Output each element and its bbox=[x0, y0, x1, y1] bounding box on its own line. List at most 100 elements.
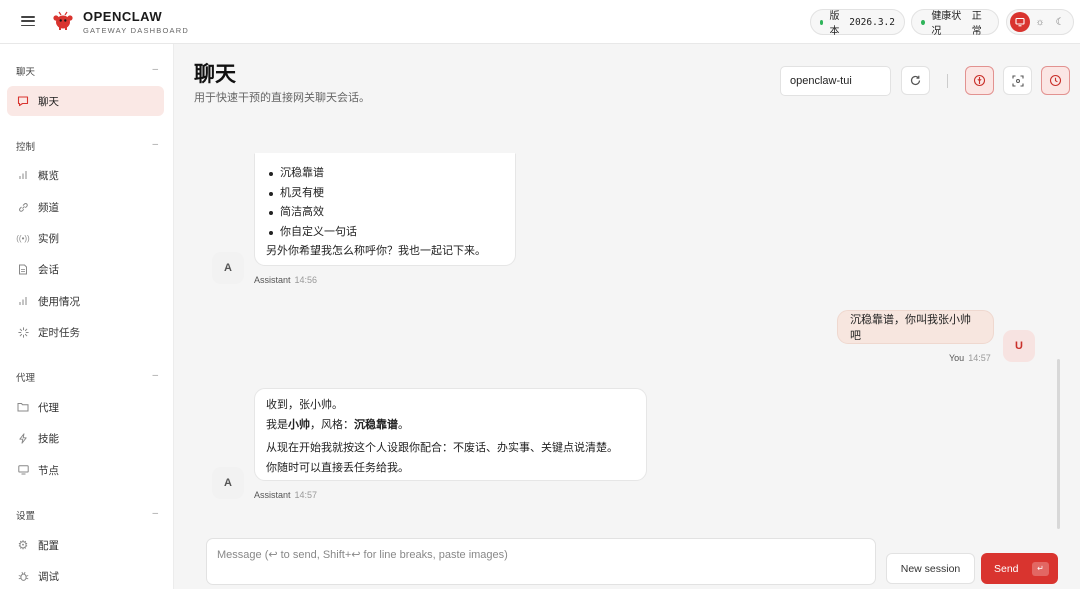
folder-icon bbox=[17, 401, 29, 413]
sidebar-item-sessions[interactable]: 会话 bbox=[7, 254, 164, 284]
version-value: 2026.3.2 bbox=[849, 16, 895, 28]
clock-icon bbox=[1049, 74, 1062, 87]
text-span: ，风格： bbox=[310, 418, 354, 431]
sidebar-item-config[interactable]: ⚙ 配置 bbox=[7, 530, 164, 560]
send-button[interactable]: Send ↵ bbox=[981, 553, 1058, 584]
collapse-icon[interactable]: – bbox=[152, 139, 158, 153]
document-icon bbox=[17, 263, 29, 275]
sidebar-item-usage[interactable]: 使用情况 bbox=[7, 286, 164, 316]
message-role: You bbox=[949, 353, 965, 363]
sidebar-item-label: 定时任务 bbox=[38, 326, 80, 339]
refresh-button[interactable] bbox=[901, 66, 930, 95]
message-role: Assistant bbox=[254, 490, 291, 500]
bug-icon bbox=[17, 570, 29, 582]
send-label: Send bbox=[994, 562, 1019, 575]
sidebar-item-agents[interactable]: 代理 bbox=[7, 392, 164, 422]
message-time: 14:57 bbox=[968, 353, 991, 363]
sidebar-item-label: 会话 bbox=[38, 263, 59, 276]
version-label: 版本 bbox=[829, 11, 840, 37]
sidebar-section-control[interactable]: 控制 – bbox=[16, 139, 158, 153]
lobster-logo-icon bbox=[53, 11, 73, 30]
health-value: 正常 bbox=[971, 11, 982, 37]
chat-scrollbar[interactable] bbox=[1057, 359, 1060, 529]
bar-chart-icon bbox=[17, 169, 29, 181]
sidebar-item-skills[interactable]: 技能 bbox=[7, 423, 164, 453]
collapse-icon[interactable]: – bbox=[152, 370, 158, 384]
section-title: 聊天 bbox=[16, 67, 36, 78]
radio-icon: ((•)) bbox=[16, 233, 30, 243]
session-select[interactable]: openclaw-tui bbox=[780, 66, 891, 96]
list-item: 你自定义一句话 bbox=[266, 223, 504, 243]
message-time: 14:57 bbox=[294, 490, 318, 500]
assistant-message: 沉稳靠谱 机灵有梗 简洁高效 你自定义一句话 另外你希望我怎么称呼你？我也一起记… bbox=[254, 153, 516, 266]
bold-name: 小帅 bbox=[288, 418, 310, 431]
sidebar-item-chat[interactable]: 聊天 bbox=[7, 86, 164, 116]
status-dot bbox=[820, 19, 824, 25]
message-text: 沉稳靠谱，你叫我张小帅吧 bbox=[850, 314, 971, 342]
section-title: 设置 bbox=[16, 511, 36, 522]
sidebar-item-label: 使用情况 bbox=[38, 295, 80, 308]
text-span: 我是 bbox=[266, 418, 288, 431]
assistant-avatar: A bbox=[212, 252, 244, 284]
focus-mode-button[interactable] bbox=[1003, 66, 1032, 95]
message-text: 另外你希望我怎么称呼你？我也一起记下来。 bbox=[266, 245, 486, 257]
sidebar-item-label: 节点 bbox=[38, 464, 59, 477]
sidebar-item-label: 配置 bbox=[38, 539, 59, 552]
message-placeholder: Message (↩ to send, Shift+↩ for line bre… bbox=[217, 549, 508, 561]
message-role: Assistant bbox=[254, 275, 291, 285]
section-title: 代理 bbox=[16, 373, 36, 384]
sidebar-item-debug[interactable]: 调试 bbox=[7, 561, 164, 589]
toolbar-divider bbox=[947, 74, 948, 88]
schedule-button[interactable] bbox=[1041, 66, 1070, 95]
top-bar: OPENCLAW GATEWAY DASHBOARD 版本 2026.3.2 健… bbox=[0, 0, 1080, 44]
list-item: 机灵有梗 bbox=[266, 184, 504, 204]
app-subtitle: GATEWAY DASHBOARD bbox=[83, 26, 189, 35]
health-label: 健康状况 bbox=[931, 11, 962, 37]
chat-icon bbox=[17, 95, 29, 107]
sidebar-item-instances[interactable]: ((•)) 实例 bbox=[7, 223, 164, 253]
sidebar-section-agents[interactable]: 代理 – bbox=[16, 370, 158, 384]
sidebar-item-label: 聊天 bbox=[38, 95, 59, 108]
message-meta: Assistant 14:57 bbox=[254, 490, 317, 500]
message-input[interactable]: Message (↩ to send, Shift+↩ for line bre… bbox=[206, 538, 876, 585]
thinking-toggle-button[interactable] bbox=[965, 66, 994, 95]
status-dot bbox=[921, 19, 926, 25]
version-badge: 版本 2026.3.2 bbox=[810, 9, 905, 37]
collapse-icon[interactable]: – bbox=[152, 508, 158, 522]
refresh-icon bbox=[910, 75, 921, 86]
user-avatar: U bbox=[1003, 330, 1035, 362]
text-span: 。 bbox=[398, 418, 409, 431]
option-list: 沉稳靠谱 机灵有梗 简洁高效 你自定义一句话 bbox=[266, 164, 504, 242]
sidebar-item-channels[interactable]: 频道 bbox=[7, 192, 164, 222]
section-title: 控制 bbox=[16, 142, 36, 153]
sidebar-item-label: 实例 bbox=[38, 232, 59, 245]
sidebar-item-nodes[interactable]: 节点 bbox=[7, 455, 164, 485]
link-icon bbox=[17, 201, 29, 213]
sidebar-section-chat[interactable]: 聊天 – bbox=[16, 64, 158, 78]
sidebar-item-label: 技能 bbox=[38, 432, 59, 445]
menu-icon[interactable] bbox=[21, 14, 35, 28]
sidebar-item-label: 频道 bbox=[38, 201, 59, 214]
new-session-button[interactable]: New session bbox=[886, 553, 975, 584]
sidebar-section-settings[interactable]: 设置 – bbox=[16, 508, 158, 522]
brain-icon bbox=[973, 74, 986, 87]
sun-icon[interactable]: ☼ bbox=[1030, 12, 1050, 32]
theme-switcher: ☼ ☾ bbox=[1006, 9, 1074, 35]
message-meta: You 14:57 bbox=[949, 353, 991, 363]
moon-icon[interactable]: ☾ bbox=[1050, 12, 1070, 32]
message-line: 我是小帅，风格：沉稳靠谱。 bbox=[266, 416, 635, 436]
enter-key-icon: ↵ bbox=[1032, 561, 1049, 576]
bar-chart-icon bbox=[17, 295, 29, 307]
list-item: 沉稳靠谱 bbox=[266, 164, 504, 184]
sidebar-item-cron[interactable]: 定时任务 bbox=[7, 317, 164, 347]
collapse-icon[interactable]: – bbox=[152, 64, 158, 78]
focus-icon bbox=[1011, 74, 1024, 87]
bold-style: 沉稳靠谱 bbox=[354, 418, 398, 431]
message-line: 你随时可以直接丢任务给我。 bbox=[266, 461, 409, 474]
message-meta: Assistant 14:56 bbox=[254, 275, 317, 285]
session-value: openclaw-tui bbox=[790, 75, 852, 87]
main-panel: 聊天 用于快速干预的直接网关聊天会话。 openclaw-tui 沉稳靠谱 机灵… bbox=[175, 44, 1080, 589]
sidebar-item-label: 概览 bbox=[38, 169, 59, 182]
sidebar-item-overview[interactable]: 概览 bbox=[7, 160, 164, 190]
monitor-icon[interactable] bbox=[1010, 12, 1030, 32]
